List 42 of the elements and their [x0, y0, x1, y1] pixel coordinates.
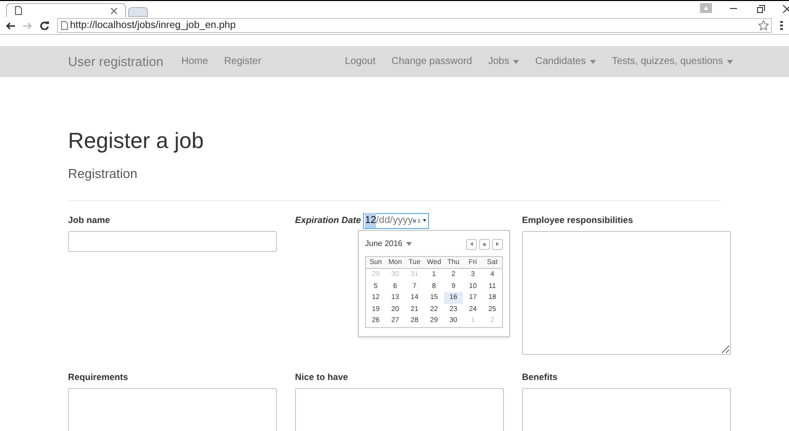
next-icon	[496, 242, 499, 246]
field-label: Requirements	[68, 370, 128, 384]
url-text: http://localhost/jobs/inreg_job_en.php	[70, 19, 236, 33]
menu-icon[interactable]	[780, 21, 783, 30]
page-subtitle: Registration	[68, 164, 138, 183]
field-label: Employee responsibilities	[522, 214, 634, 227]
next-button[interactable]	[492, 238, 503, 250]
page-icon	[15, 6, 22, 15]
date-input[interactable]: 12/dd/yyyy	[363, 212, 430, 228]
close-icon[interactable]	[111, 8, 117, 14]
previous-icon	[470, 242, 473, 246]
restore-icon[interactable]	[757, 5, 765, 13]
field-label: Nice to have	[295, 370, 348, 384]
browser-tab[interactable]	[6, 3, 126, 17]
reload-icon[interactable]	[40, 21, 49, 30]
address-bar[interactable]: http://localhost/jobs/inreg_job_en.php	[57, 18, 772, 33]
close-icon[interactable]	[783, 5, 789, 13]
field-label: Expiration Date	[295, 214, 362, 227]
caret-icon	[727, 60, 733, 64]
new-tab-button[interactable]	[128, 7, 148, 17]
date-segment[interactable]: /dd/yyyy	[376, 213, 413, 228]
forward-icon[interactable]	[23, 22, 32, 30]
field-label: Job name	[68, 214, 110, 227]
previous-button[interactable]	[466, 238, 477, 250]
dropdown-icon[interactable]	[422, 218, 426, 223]
field-label: Benefits	[522, 370, 558, 384]
page-title: Register a job	[68, 130, 205, 152]
caret-icon	[513, 60, 520, 64]
minimize-icon[interactable]	[730, 8, 737, 10]
user-icon[interactable]	[700, 3, 712, 13]
dot-icon	[483, 242, 486, 246]
today-button[interactable]	[479, 238, 490, 250]
back-icon[interactable]	[6, 22, 15, 30]
spinner-icon[interactable]	[418, 216, 420, 224]
month-selector[interactable]: June 2016	[365, 238, 412, 250]
date-segment[interactable]: 12	[365, 213, 376, 228]
caret-icon	[406, 242, 412, 246]
input-field[interactable]	[68, 231, 277, 252]
clear-icon[interactable]	[412, 218, 416, 224]
star-icon[interactable]	[758, 20, 769, 31]
page-icon	[61, 21, 68, 30]
caret-icon	[590, 60, 596, 64]
